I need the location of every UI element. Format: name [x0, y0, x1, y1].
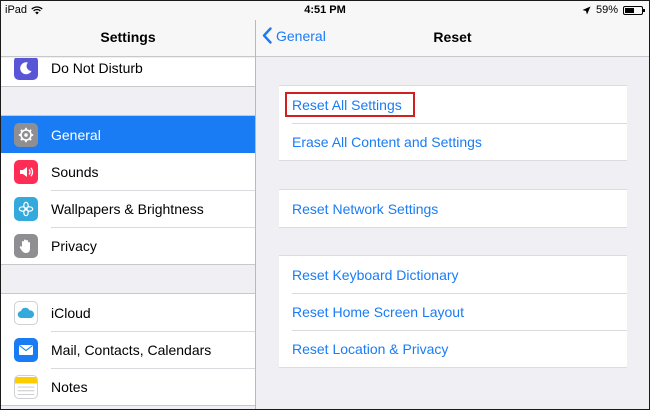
ipad-screen: iPad 4:51 PM 59% Settings General Reset …	[1, 1, 649, 409]
notes-icon	[14, 374, 38, 399]
erase-all-content-label: Erase All Content and Settings	[292, 133, 482, 150]
reset-network-settings-label: Reset Network Settings	[292, 200, 439, 217]
reset-detail-pane: Reset All Settings Erase All Content and…	[256, 58, 649, 409]
sidebar-item-label: Sounds	[51, 163, 99, 180]
battery-level	[625, 7, 635, 13]
sidebar-item-mail-contacts-calendars[interactable]: Mail, Contacts, Calendars	[1, 331, 255, 368]
sidebar-item-general[interactable]: General	[1, 116, 255, 153]
reset-nav-bar: General Reset	[256, 20, 649, 57]
settings-title: Settings	[100, 29, 156, 45]
sidebar-item-label: General	[51, 126, 101, 143]
mail-icon	[14, 337, 38, 362]
reset-all-settings-label: Reset All Settings	[292, 96, 402, 113]
reset-keyboard-dictionary-button[interactable]: Reset Keyboard Dictionary	[279, 256, 627, 293]
status-bar: iPad 4:51 PM 59%	[1, 1, 649, 20]
reset-title: Reset	[433, 29, 472, 45]
sidebar-item-label: Wallpapers & Brightness	[51, 200, 204, 217]
battery-icon	[623, 5, 645, 15]
reset-home-screen-layout-button[interactable]: Reset Home Screen Layout	[279, 293, 627, 330]
sidebar-item-sounds[interactable]: Sounds	[1, 153, 255, 190]
location-arrow-icon	[582, 6, 591, 14]
reset-home-screen-layout-label: Reset Home Screen Layout	[292, 303, 464, 320]
reset-group: Reset Network Settings	[279, 189, 627, 228]
speaker-icon	[14, 159, 38, 184]
sidebar-item-do-not-disturb[interactable]: Do Not Disturb	[1, 58, 255, 86]
cloud-icon	[14, 300, 38, 325]
reset-group: Reset Keyboard Dictionary Reset Home Scr…	[279, 255, 627, 368]
sidebar-group: Do Not Disturb	[1, 58, 255, 87]
sidebar-item-privacy[interactable]: Privacy	[1, 227, 255, 264]
sidebar-item-label: Do Not Disturb	[51, 59, 143, 76]
reset-all-settings-button[interactable]: Reset All Settings	[279, 86, 627, 123]
hand-icon	[14, 233, 38, 258]
gear-icon	[14, 122, 38, 147]
moon-icon	[14, 58, 38, 80]
sidebar-item-label: Notes	[51, 378, 88, 395]
sidebar-item-icloud[interactable]: iCloud	[1, 294, 255, 331]
settings-nav-bar: Settings	[1, 20, 255, 57]
sidebar-item-wallpapers-brightness[interactable]: Wallpapers & Brightness	[1, 190, 255, 227]
status-time: 4:51 PM	[304, 4, 346, 16]
reset-location-privacy-button[interactable]: Reset Location & Privacy	[279, 330, 627, 367]
sidebar-group: General Sounds Wallpapers & Brightness P…	[1, 115, 255, 265]
reset-network-settings-button[interactable]: Reset Network Settings	[279, 190, 627, 227]
sidebar-item-label: Mail, Contacts, Calendars	[51, 341, 212, 358]
sidebar-item-notes[interactable]: Notes	[1, 368, 255, 405]
reset-keyboard-dictionary-label: Reset Keyboard Dictionary	[292, 266, 459, 283]
reset-group: Reset All Settings Erase All Content and…	[279, 85, 627, 161]
sidebar-item-label: Privacy	[51, 237, 97, 254]
erase-all-content-button[interactable]: Erase All Content and Settings	[279, 123, 627, 160]
battery-percent: 59%	[595, 4, 618, 16]
reset-location-privacy-label: Reset Location & Privacy	[292, 340, 449, 357]
sidebar-item-label: iCloud	[51, 304, 91, 321]
settings-sidebar: Do Not Disturb General Sounds Wallpapers…	[1, 58, 255, 409]
sidebar-group: iCloud Mail, Contacts, Calendars Notes	[1, 293, 255, 406]
flower-icon	[14, 196, 38, 221]
